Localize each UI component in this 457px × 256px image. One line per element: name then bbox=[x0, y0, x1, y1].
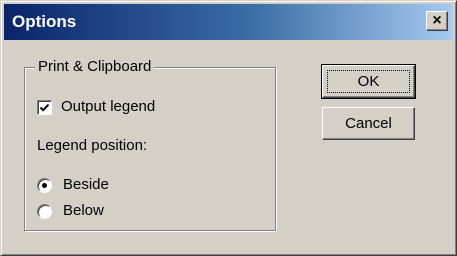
radio-selected-dot bbox=[42, 182, 47, 188]
output-legend-label: Output legend bbox=[61, 98, 156, 115]
close-button[interactable]: × bbox=[426, 11, 448, 31]
checkmark-icon bbox=[39, 103, 50, 112]
print-clipboard-group: Print & Clipboard Output legend Legend p… bbox=[24, 58, 276, 231]
radio-beside[interactable] bbox=[37, 177, 52, 193]
radio-beside-label: Beside bbox=[63, 176, 109, 193]
title-bar[interactable]: Options × bbox=[4, 4, 453, 40]
radio-below[interactable] bbox=[37, 203, 52, 219]
group-label: Print & Clipboard bbox=[35, 58, 155, 76]
close-icon: × bbox=[432, 12, 442, 29]
output-legend-checkbox[interactable] bbox=[37, 99, 52, 115]
ok-button[interactable]: OK bbox=[321, 64, 416, 99]
radio-below-row[interactable]: Below bbox=[37, 202, 104, 220]
options-dialog: Options × Print & Clipboard Output legen… bbox=[0, 0, 457, 256]
legend-position-label: Legend position: bbox=[37, 137, 148, 154]
radio-below-label: Below bbox=[63, 202, 104, 219]
cancel-button[interactable]: Cancel bbox=[322, 107, 415, 140]
ok-button-label: OK bbox=[357, 73, 380, 90]
output-legend-checkbox-row[interactable]: Output legend bbox=[37, 98, 155, 116]
dialog-title: Options bbox=[12, 12, 77, 31]
cancel-button-label: Cancel bbox=[345, 115, 392, 132]
radio-beside-row[interactable]: Beside bbox=[37, 176, 109, 194]
